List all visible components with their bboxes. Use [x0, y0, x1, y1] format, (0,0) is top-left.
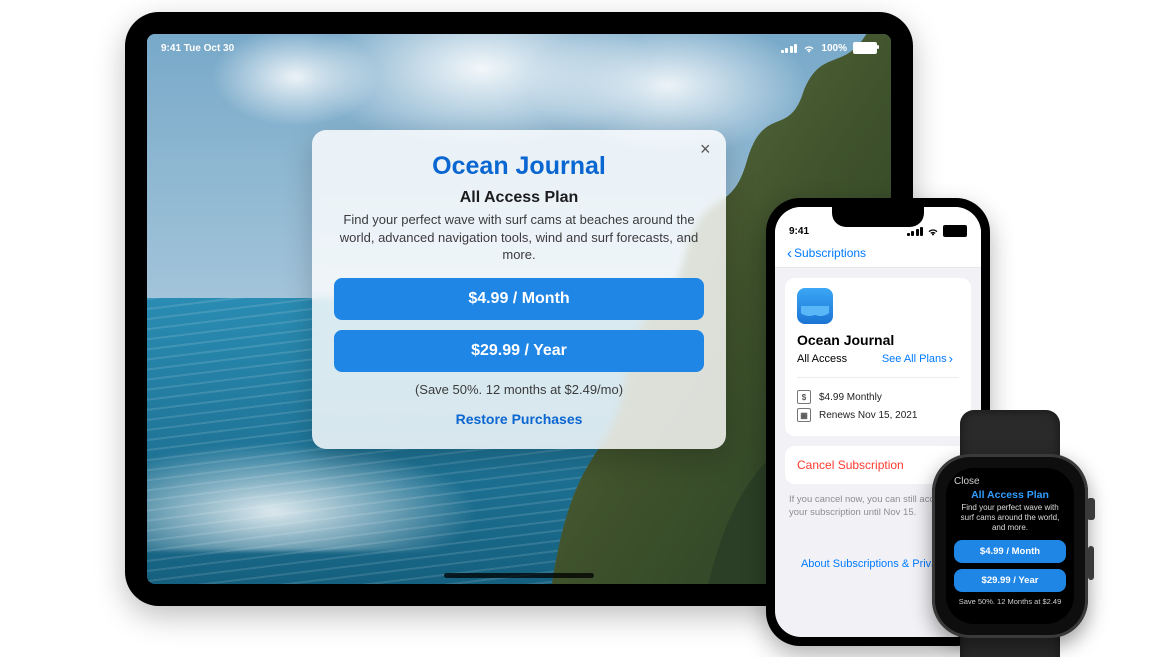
modal-title: Ocean Journal: [334, 152, 704, 181]
watch-side-button[interactable]: [1088, 546, 1094, 580]
chevron-left-icon: ‹: [787, 246, 792, 261]
iphone-notch: [832, 207, 924, 227]
home-indicator[interactable]: [444, 573, 594, 578]
calendar-icon: ▦: [797, 408, 811, 422]
wifi-icon: [803, 44, 815, 53]
ipad-status-bar: 9:41 Tue Oct 30 100%: [161, 40, 877, 56]
digital-crown[interactable]: [1087, 498, 1095, 520]
plan-label: All Access: [797, 353, 847, 365]
wifi-icon: [927, 227, 939, 236]
see-all-label: See All Plans: [882, 353, 947, 365]
close-icon: ×: [700, 139, 711, 159]
status-time: 9:41 Tue Oct 30: [161, 43, 234, 54]
device-showcase: 9:41 Tue Oct 30 100% × Ocean Journal All…: [0, 0, 1168, 657]
cellular-signal-icon: [781, 44, 798, 53]
cellular-signal-icon: [907, 227, 924, 236]
app-icon: [797, 288, 833, 324]
see-all-plans-button[interactable]: See All Plans ›: [876, 350, 959, 367]
renewal-row: ▦ Renews Nov 15, 2021: [797, 408, 959, 422]
cancel-subscription-button[interactable]: Cancel Subscription: [797, 458, 904, 472]
watch-screen: Close All Access Plan Find your perfect …: [946, 468, 1074, 624]
modal-subtitle: All Access Plan: [334, 189, 704, 207]
watch-description: Find your perfect wave with surf cams ar…: [956, 503, 1064, 533]
modal-description: Find your perfect wave with surf cams at…: [334, 211, 704, 264]
renewal-text: Renews Nov 15, 2021: [819, 410, 917, 421]
price-text: $4.99 Monthly: [819, 392, 882, 403]
savings-text: (Save 50%. 12 months at $2.49/mo): [334, 382, 704, 397]
close-button[interactable]: ×: [694, 138, 716, 160]
watch-monthly-button[interactable]: $4.99 / Month: [954, 540, 1066, 563]
watch-savings: Save 50%. 12 Months at $2.49: [954, 597, 1066, 606]
subscription-card: Ocean Journal All Access See All Plans ›…: [785, 278, 971, 436]
yearly-plan-button[interactable]: $29.99 / Year: [334, 330, 704, 372]
about-label: About Subscriptions & Privacy: [801, 558, 948, 570]
iphone-nav-bar: ‹ Subscriptions: [775, 239, 981, 268]
back-label: Subscriptions: [794, 246, 866, 260]
watch-yearly-button[interactable]: $29.99 / Year: [954, 569, 1066, 592]
watch-close-button[interactable]: Close: [954, 476, 980, 487]
watch-title: All Access Plan: [954, 489, 1066, 501]
battery-icon: [943, 225, 967, 237]
subscription-modal: × Ocean Journal All Access Plan Find you…: [312, 130, 726, 449]
monthly-plan-button[interactable]: $4.99 / Month: [334, 278, 704, 320]
chevron-right-icon: ›: [949, 351, 953, 366]
battery-percent: 100%: [821, 43, 847, 54]
battery-icon: [853, 42, 877, 54]
restore-purchases-button[interactable]: Restore Purchases: [334, 405, 704, 433]
status-time: 9:41: [789, 226, 809, 237]
watch-device-frame: Close All Access Plan Find your perfect …: [932, 454, 1088, 638]
plan-meta: $ $4.99 Monthly ▦ Renews Nov 15, 2021: [797, 377, 959, 422]
price-tag-icon: $: [797, 390, 811, 404]
app-name: Ocean Journal: [797, 332, 959, 348]
price-row: $ $4.99 Monthly: [797, 390, 959, 404]
back-button[interactable]: ‹ Subscriptions: [781, 245, 872, 262]
